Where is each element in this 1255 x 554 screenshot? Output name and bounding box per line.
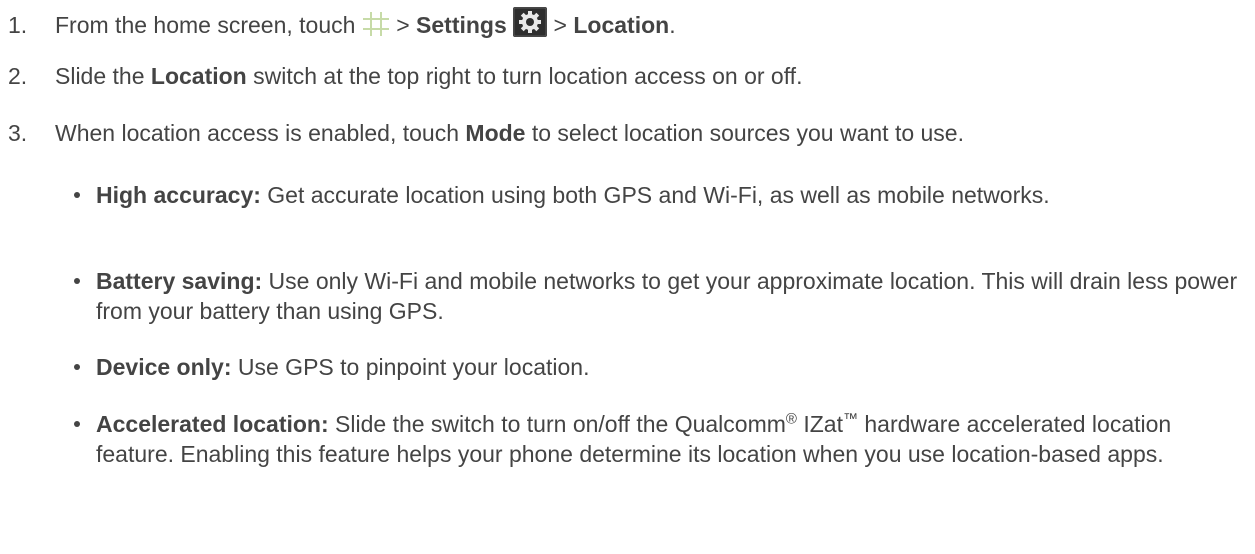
bullet-device-only: Device only: Use GPS to pinpoint your lo… <box>74 352 1246 382</box>
location-label: Location <box>573 12 670 38</box>
bullet-label: Device only: <box>96 354 232 380</box>
bullet-dot <box>74 278 80 284</box>
bullet-label: High accuracy: <box>96 182 261 208</box>
location-label: Location <box>150 63 247 89</box>
bullet-dot <box>74 421 80 427</box>
instructions-document: 1. From the home screen, touch > Settings <box>0 0 1255 554</box>
step-text: > <box>389 12 417 38</box>
apps-grid-icon <box>362 11 390 43</box>
bullet-battery-saving: Battery saving: Use only Wi-Fi and mobil… <box>74 266 1246 326</box>
step-2: 2. Slide the Location switch at the top r… <box>8 63 803 89</box>
bullet-text: Use only Wi-Fi and mobile networks to ge… <box>96 268 1238 324</box>
bullet-text: Get accurate location using both GPS and… <box>260 182 1050 208</box>
settings-label: Settings <box>416 12 507 38</box>
registered-mark: ® <box>785 410 797 428</box>
bullet-label: Battery saving: <box>96 268 263 294</box>
step-text: From the home screen, touch <box>55 12 362 38</box>
bullet-high-accuracy: High accuracy: Get accurate location usi… <box>74 180 1246 210</box>
settings-gear-icon <box>513 7 548 43</box>
bullet-label: Accelerated location: <box>96 411 329 437</box>
step-number: 2. <box>8 63 28 89</box>
trademark-mark: ™ <box>842 410 858 428</box>
step-number: 3. <box>8 120 28 146</box>
bullet-text: Use GPS to pinpoint your location. <box>231 354 590 380</box>
bullet-dot <box>74 364 80 370</box>
step-1: 1. From the home screen, touch > Settings <box>8 7 676 43</box>
step-text: > <box>547 12 574 38</box>
mode-label: Mode <box>465 120 526 146</box>
bullet-dot <box>74 192 80 198</box>
step-3: 3. When location access is enabled, touch… <box>8 120 964 146</box>
bullet-accelerated-location: Accelerated location: Slide the switch t… <box>74 409 1246 469</box>
step-number: 1. <box>8 12 28 38</box>
